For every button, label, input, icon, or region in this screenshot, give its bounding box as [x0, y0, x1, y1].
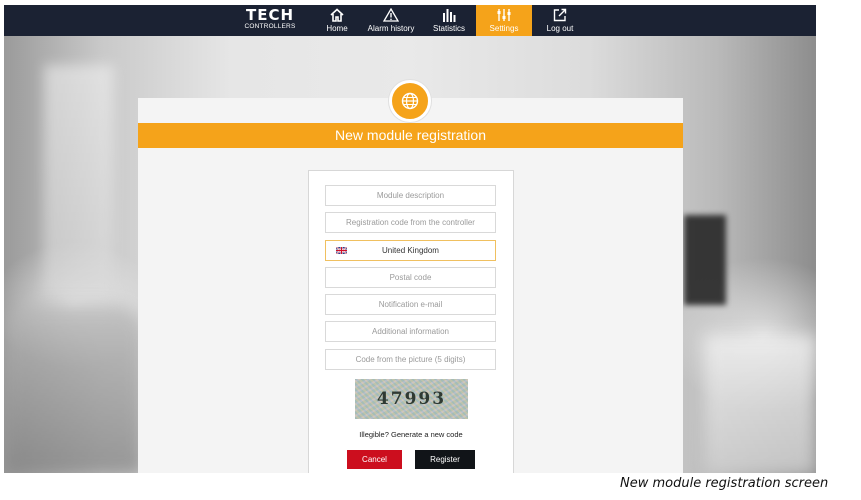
postal-code-field[interactable]: Postal code [325, 267, 496, 288]
nav-item-settings[interactable]: Settings [476, 5, 532, 36]
register-button[interactable]: Register [415, 450, 475, 469]
nav-item-alarm-history[interactable]: Alarm history [362, 5, 420, 36]
cancel-button[interactable]: Cancel [347, 450, 402, 469]
country-select[interactable]: United Kingdom [325, 240, 496, 261]
nav-item-statistics[interactable]: Statistics [426, 5, 472, 36]
module-description-field[interactable]: Module description [325, 185, 496, 206]
home-icon [320, 5, 354, 24]
top-navigation-bar: TECH CONTROLLERS Home Alarm history Stat… [4, 5, 816, 36]
generate-new-code-link[interactable]: Illegible? Generate a new code [309, 430, 513, 439]
registration-card: New module registration Module descripti… [138, 80, 683, 473]
nav-label-alarm-history: Alarm history [367, 24, 415, 33]
registration-code-field[interactable]: Registration code from the controller [325, 212, 496, 233]
captcha-code-field[interactable]: Code from the picture (5 digits) [325, 349, 496, 370]
background-sofa-right [704, 335, 816, 473]
bar-chart-icon [426, 5, 472, 24]
globe-icon [389, 80, 431, 122]
background-window [44, 65, 114, 295]
nav-label-settings: Settings [489, 24, 519, 33]
captcha-image: 47993 [355, 379, 468, 419]
additional-information-field[interactable]: Additional information [325, 321, 496, 342]
figure-caption: New module registration screen [620, 476, 829, 491]
card-title: New module registration [138, 123, 683, 148]
brand-name: TECH [245, 6, 295, 24]
brand-logo[interactable]: TECH CONTROLLERS [242, 8, 298, 31]
warning-icon [362, 5, 420, 24]
registration-form: Module description Registration code fro… [308, 170, 514, 473]
app-screenshot: TECH CONTROLLERS Home Alarm history Stat… [4, 5, 816, 473]
background-dark-object [684, 215, 726, 305]
uk-flag-icon [336, 247, 347, 254]
nav-item-logout[interactable]: Log out [542, 5, 578, 36]
nav-label-home: Home [326, 24, 348, 33]
nav-item-home[interactable]: Home [320, 5, 354, 36]
logout-icon [542, 5, 578, 24]
background-sofa-left [4, 305, 144, 473]
notification-email-field[interactable]: Notification e-mail [325, 294, 496, 315]
nav-label-statistics: Statistics [432, 24, 465, 33]
brand-subtitle: CONTROLLERS [244, 23, 296, 30]
sliders-icon [476, 5, 532, 24]
nav-label-logout: Log out [546, 24, 574, 33]
country-select-value: United Kingdom [382, 246, 439, 255]
